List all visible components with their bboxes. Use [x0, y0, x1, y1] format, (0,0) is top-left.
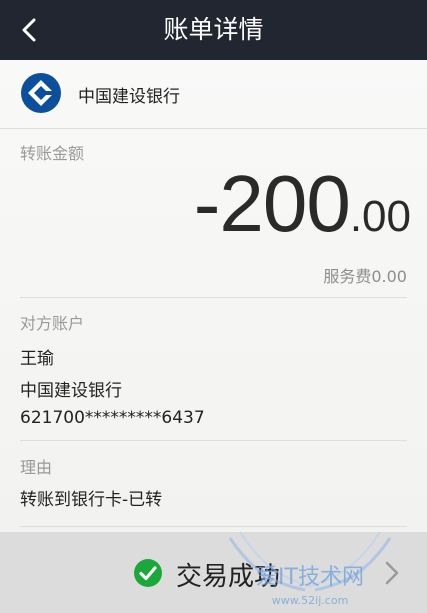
- bank-name: 中国建设银行: [78, 87, 180, 107]
- counterparty-bank: 中国建设银行: [20, 381, 122, 401]
- divider: [20, 297, 407, 298]
- page-title: 账单详情: [163, 15, 264, 44]
- ccb-logo-icon: [21, 73, 61, 113]
- top-bar: 账单详情: [0, 0, 427, 60]
- transfer-amount: -200.00: [194, 164, 411, 244]
- counterparty-label: 对方账户: [20, 314, 85, 333]
- reason-value: 转账到银行卡-已转: [20, 490, 163, 510]
- watermark-logo: 爱IT技术网 www.52ij.com: [228, 531, 392, 607]
- check-circle-icon: [134, 559, 162, 587]
- bank-row: 中国建设银行: [0, 60, 427, 128]
- bill-details: 中国建设银行 转账金额 -200.00 服务费0.00 对方账户 王瑜 中国建设…: [0, 60, 427, 532]
- divider: [20, 526, 407, 527]
- watermark-text: 爱IT技术网: [256, 565, 364, 590]
- divider: [0, 128, 427, 129]
- reason-label: 理由: [20, 458, 53, 477]
- divider: [20, 440, 407, 441]
- counterparty-name: 王瑜: [20, 349, 54, 369]
- watermark-url: www.52ij.com: [272, 594, 349, 607]
- amount-decimal: .00: [349, 192, 411, 241]
- amount-label: 转账金额: [20, 144, 85, 163]
- counterparty-account: 621700*********6437: [20, 408, 205, 428]
- service-fee: 服务费0.00: [323, 267, 407, 286]
- amount-integer: -200: [193, 159, 351, 248]
